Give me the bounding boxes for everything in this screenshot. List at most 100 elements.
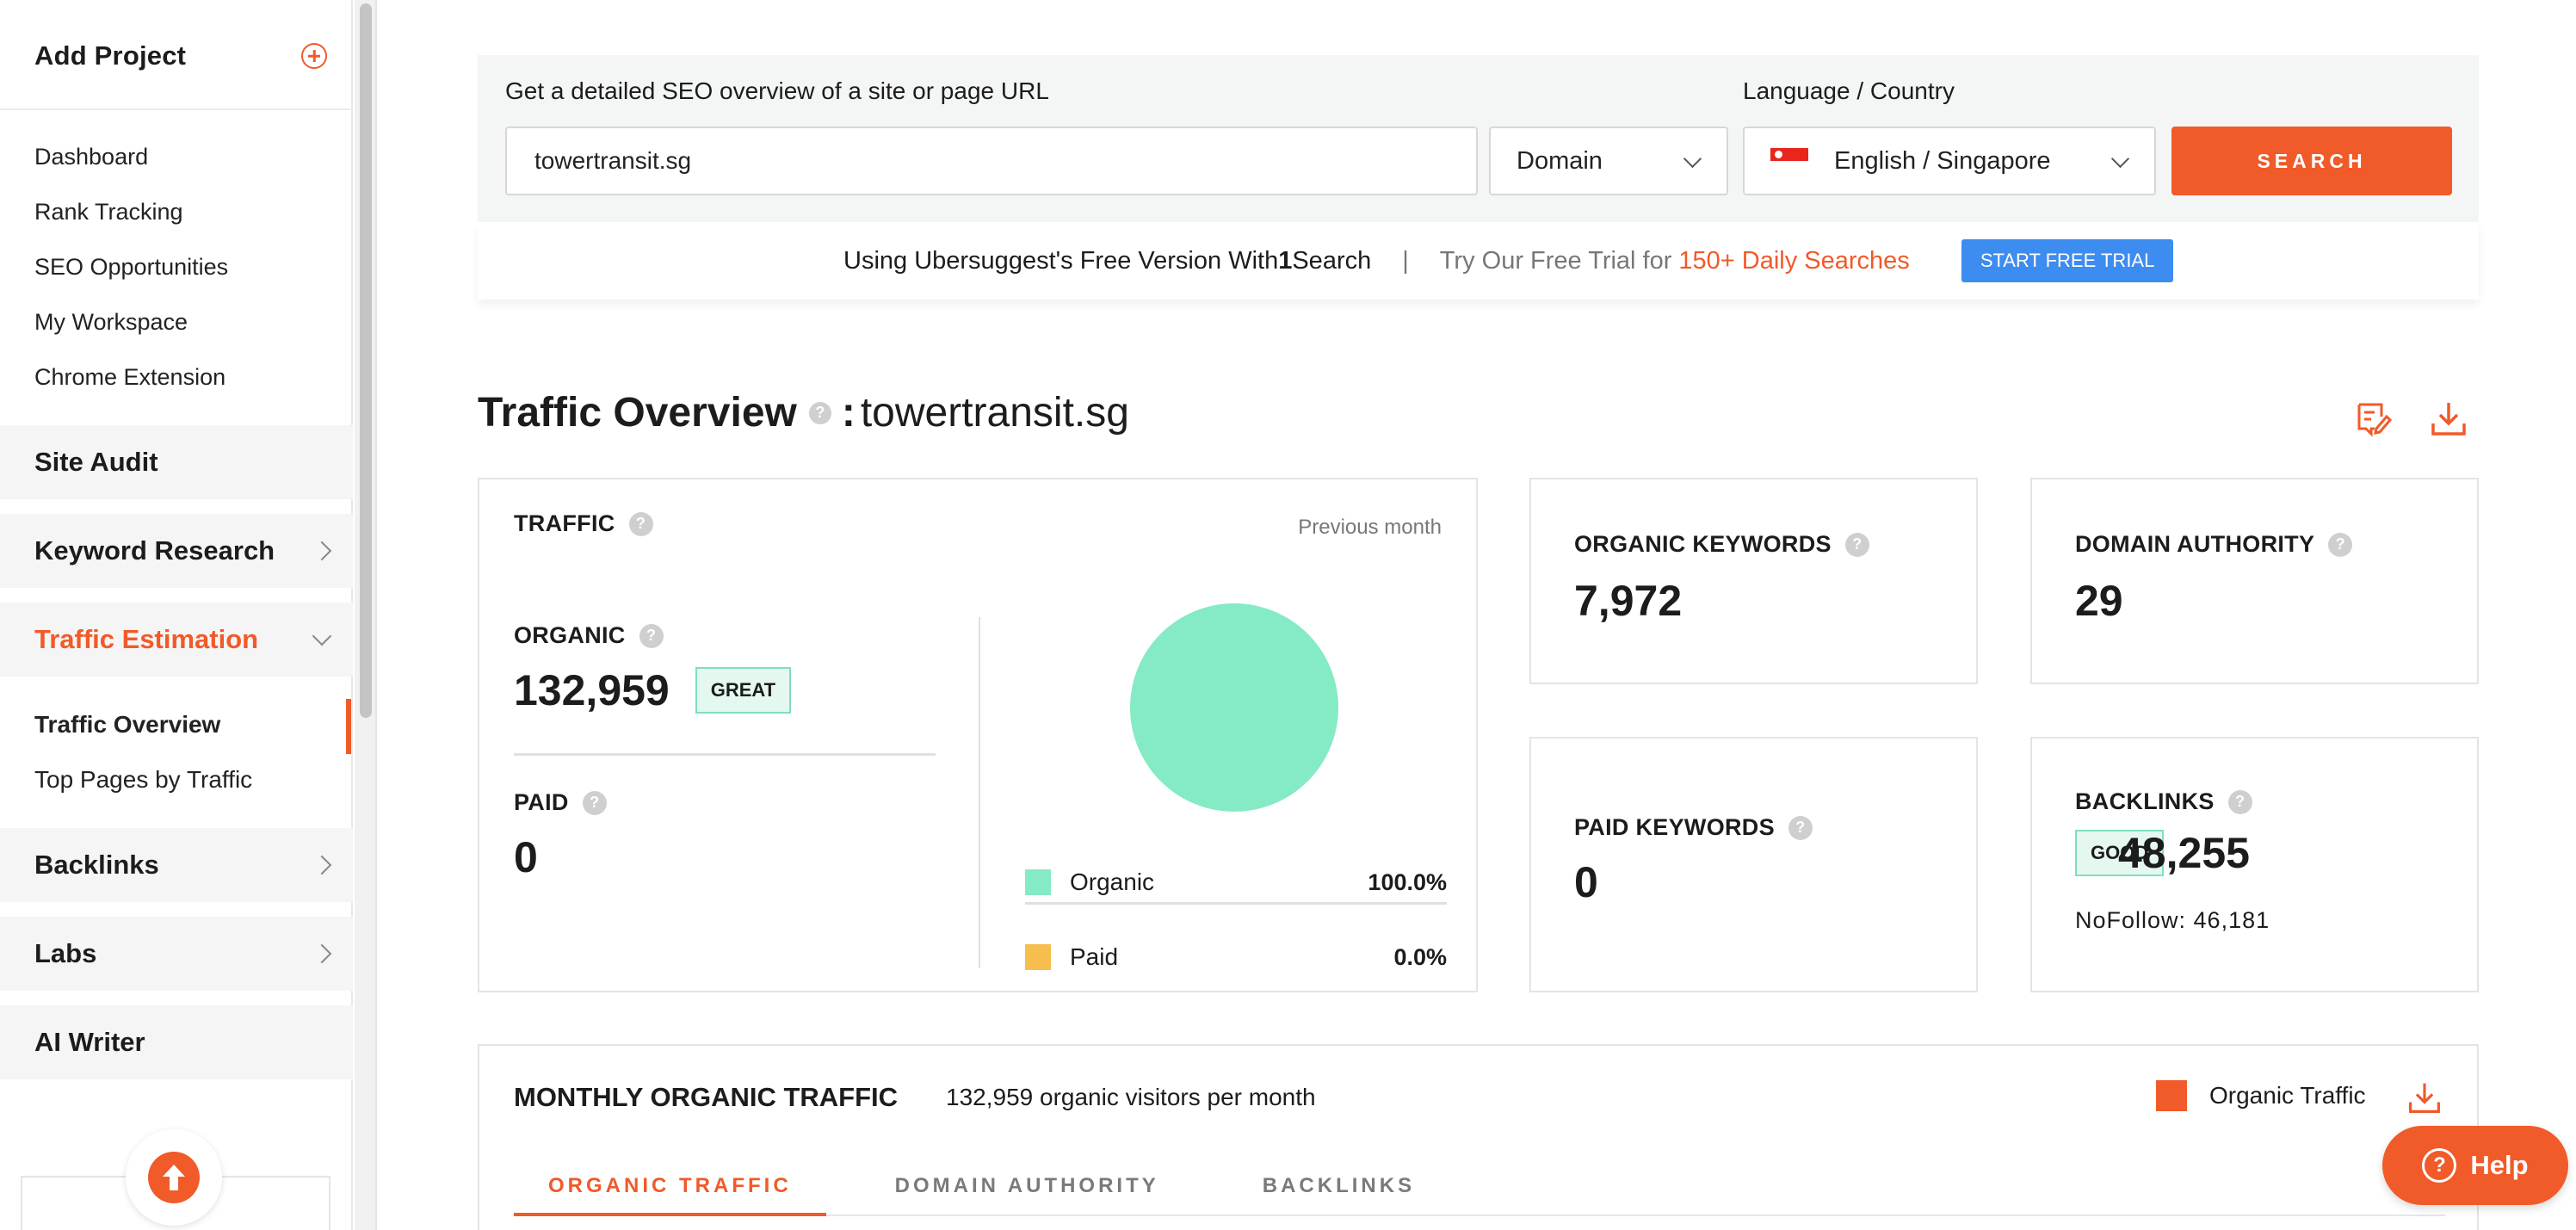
- sidebar-section-ai-writer[interactable]: AI Writer: [0, 1005, 353, 1079]
- traffic-pie-chart: [1130, 603, 1338, 812]
- download-icon[interactable]: [2430, 399, 2468, 437]
- page-title-domain: towertransit.sg: [860, 390, 1129, 436]
- help-icon[interactable]: ?: [639, 623, 664, 648]
- language-country-select[interactable]: English / Singapore: [1743, 127, 2156, 195]
- chevron-down-icon: [2110, 149, 2130, 169]
- trial-suffix: Search: [1292, 246, 1372, 275]
- organic-traffic-swatch: [2156, 1080, 2187, 1111]
- help-icon[interactable]: ?: [1788, 815, 1813, 840]
- sidebar-item-top-pages[interactable]: Top Pages by Traffic: [34, 761, 252, 816]
- help-icon[interactable]: ?: [582, 790, 607, 815]
- organic-value: 132,959: [514, 666, 670, 714]
- help-icon[interactable]: ?: [628, 511, 653, 536]
- url-input[interactable]: [505, 127, 1478, 195]
- nofollow-text: NoFollow: 46,181: [2075, 907, 2270, 933]
- paid-value: 0: [514, 833, 538, 881]
- labs-label: Labs: [34, 938, 97, 968]
- upgrade-button[interactable]: [126, 1129, 222, 1226]
- paid-keywords-card: PAID KEYWORDS ? 0: [1529, 737, 1978, 992]
- sidebar-section-backlinks[interactable]: Backlinks: [0, 828, 353, 902]
- period-label: Previous month: [1298, 516, 1442, 539]
- download-icon[interactable]: [2407, 1080, 2442, 1115]
- help-button[interactable]: ? Help: [2382, 1126, 2568, 1205]
- sidebar-section-traffic-estimation[interactable]: Traffic Estimation: [0, 603, 353, 677]
- monthly-subtitle: 132,959 organic visitors per month: [946, 1084, 1316, 1110]
- traffic-card: TRAFFIC ? Previous month ORGANIC ? 132,9…: [478, 478, 1478, 992]
- search-button[interactable]: SEARCH: [2171, 127, 2452, 195]
- trial-highlight: 150+ Daily Searches: [1678, 246, 1910, 275]
- legend-paid: Paid 0.0%: [1025, 938, 1447, 976]
- sidebar-item-seo-opportunities[interactable]: SEO Opportunities: [34, 250, 228, 305]
- traffic-heading-text: TRAFFIC: [514, 510, 615, 536]
- sidebar-item-my-workspace[interactable]: My Workspace: [34, 305, 228, 360]
- language-country-label: Language / Country: [1743, 77, 1955, 104]
- sidebar-item-traffic-overview[interactable]: Traffic Overview: [34, 706, 252, 761]
- help-icon[interactable]: ?: [2227, 789, 2252, 814]
- search-type-value: Domain: [1517, 146, 1603, 175]
- arrow-up-icon: [148, 1152, 200, 1203]
- active-indicator: [346, 699, 351, 754]
- sidebar-section-keyword-research[interactable]: Keyword Research: [0, 514, 353, 588]
- trial-separator: |: [1402, 246, 1409, 275]
- paid-heading: PAID ?: [514, 789, 607, 816]
- sidebar-item-rank-tracking[interactable]: Rank Tracking: [34, 195, 228, 250]
- great-badge: GREAT: [695, 667, 792, 714]
- plus-circle-icon[interactable]: [301, 43, 327, 69]
- keyword-research-label: Keyword Research: [34, 535, 275, 566]
- paid-keywords-value: 0: [1574, 858, 1598, 906]
- tab-organic-traffic[interactable]: ORGANIC TRAFFIC: [514, 1171, 826, 1216]
- start-free-trial-button[interactable]: START FREE TRIAL: [1961, 239, 2174, 282]
- edit-report-icon[interactable]: [2354, 399, 2393, 437]
- scrollbar-thumb[interactable]: [360, 3, 372, 718]
- paid-label: PAID: [514, 789, 569, 815]
- legend-paid-pct: 0.0%: [1393, 943, 1447, 970]
- monthly-legend-label: Organic Traffic: [2209, 1082, 2366, 1109]
- legend-paid-name: Paid: [1070, 943, 1119, 970]
- country-value: English / Singapore: [1834, 146, 2051, 175]
- search-panel: Get a detailed SEO overview of a site or…: [478, 55, 2479, 222]
- legend-organic-name: Organic: [1070, 868, 1155, 895]
- singapore-flag-icon: [1770, 148, 1808, 174]
- organic-swatch: [1025, 869, 1051, 895]
- tab-backlinks[interactable]: BACKLINKS: [1228, 1171, 1449, 1216]
- paid-keywords-label: PAID KEYWORDS: [1574, 814, 1775, 840]
- sidebar: Add Project Dashboard Rank Tracking SEO …: [0, 0, 353, 1230]
- legend-organic: Organic 100.0%: [1025, 863, 1447, 901]
- monthly-tabs: ORGANIC TRAFFIC DOMAIN AUTHORITY BACKLIN…: [514, 1171, 2445, 1216]
- help-icon[interactable]: ?: [1844, 532, 1869, 557]
- page-title-text: Traffic Overview: [478, 390, 797, 436]
- app-root: Add Project Dashboard Rank Tracking SEO …: [0, 0, 2576, 1230]
- monthly-legend: Organic Traffic: [2156, 1080, 2366, 1111]
- sidebar-section-labs[interactable]: Labs: [0, 917, 353, 991]
- chevron-right-icon: [312, 855, 332, 875]
- sidebar-section-site-audit[interactable]: Site Audit: [0, 425, 353, 499]
- backlinks-value: 48,255: [2118, 829, 2250, 877]
- organic-divider: [514, 753, 936, 756]
- traffic-sub-links: Traffic Overview Top Pages by Traffic: [34, 706, 252, 816]
- organic-keywords-label: ORGANIC KEYWORDS: [1574, 531, 1832, 557]
- tab-domain-authority[interactable]: DOMAIN AUTHORITY: [861, 1171, 1194, 1216]
- organic-keywords-heading: ORGANIC KEYWORDS ?: [1574, 531, 1869, 558]
- search-type-select[interactable]: Domain: [1489, 127, 1728, 195]
- title-actions: [2354, 399, 2468, 437]
- help-icon[interactable]: ?: [2328, 532, 2353, 557]
- organic-keywords-card: ORGANIC KEYWORDS ? 7,972: [1529, 478, 1978, 684]
- chevron-right-icon: [312, 541, 332, 561]
- sidebar-scrollbar[interactable]: [355, 0, 377, 1230]
- backlinks-label: Backlinks: [34, 850, 159, 880]
- vertical-divider: [979, 617, 980, 968]
- monthly-organic-traffic-card: MONTHLY ORGANIC TRAFFIC 132,959 organic …: [478, 1044, 2479, 1230]
- organic-heading: ORGANIC ?: [514, 622, 664, 649]
- organic-label: ORGANIC: [514, 622, 626, 648]
- domain-authority-value: 29: [2075, 577, 2123, 625]
- site-audit-label: Site Audit: [34, 447, 158, 477]
- help-icon[interactable]: ?: [808, 401, 831, 424]
- domain-authority-label: DOMAIN AUTHORITY: [2075, 531, 2315, 557]
- sidebar-item-chrome-extension[interactable]: Chrome Extension: [34, 360, 228, 415]
- help-question-icon: ?: [2422, 1148, 2457, 1183]
- chevron-down-icon: [312, 626, 332, 646]
- sidebar-item-dashboard[interactable]: Dashboard: [34, 139, 228, 195]
- backlinks-row: 48,255 GOOD: [2075, 829, 2250, 877]
- backlinks-heading: BACKLINKS ?: [2075, 788, 2252, 815]
- add-project-button[interactable]: Add Project: [34, 34, 327, 77]
